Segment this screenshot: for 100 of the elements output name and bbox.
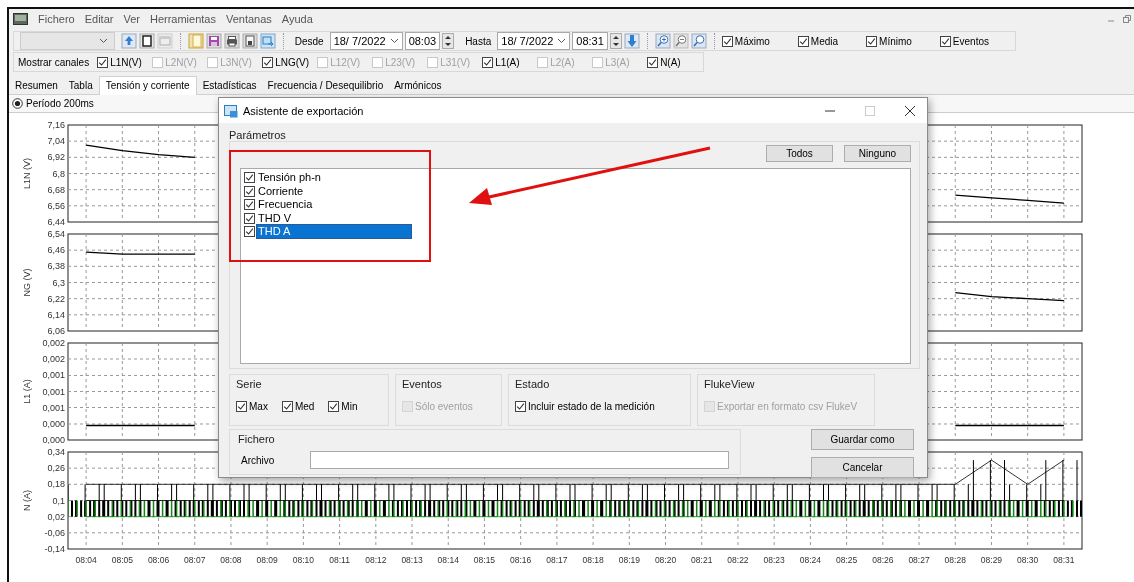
tick-label: 08:23 [763,555,785,565]
tab[interactable]: Estadísticas [197,77,262,94]
checkbox[interactable] [797,35,809,47]
list-item[interactable]: Frecuencia [257,198,411,212]
chevron-icon [98,38,108,44]
menu-item[interactable]: Ayuda [281,13,313,25]
chevron-icon [389,38,399,44]
menu-item[interactable]: Ventanas [226,13,272,25]
menu-item[interactable]: Editar [84,13,114,25]
date-field[interactable]: 18/ 7/2022 [497,32,571,50]
field-label: Hasta [465,35,492,47]
checkbox-label: Med [294,401,315,412]
tab[interactable]: Tabla [63,77,98,94]
time-field[interactable]: 08:31 [572,32,608,50]
field-label: Archivo [241,454,275,466]
tick-label: 08:13 [401,555,423,565]
spin-icon[interactable] [442,33,455,49]
checkbox[interactable] [866,35,878,47]
tick-label: 08:07 [184,555,206,565]
tick-label: 7,04 [47,136,65,147]
magnifier-icon[interactable] [690,33,707,49]
tab[interactable]: Frecuencia / Desequilibrio [262,77,389,94]
tab[interactable]: Resumen [10,77,63,94]
tick-label: 0,18 [47,479,65,490]
tick-label: 08:30 [1017,555,1039,565]
checkbox[interactable] [721,35,733,47]
document-icon[interactable] [241,33,258,49]
checkbox[interactable] [328,401,340,412]
save-as-button[interactable]: Guardar como [811,429,914,450]
page-icon[interactable] [138,33,155,49]
tick-label: 08:21 [691,555,713,565]
tick-label: 0,02 [47,511,65,522]
radio-button[interactable] [12,98,23,109]
checkbox[interactable] [244,185,255,197]
checkbox[interactable] [244,172,255,184]
tick-label: 08:29 [980,555,1003,565]
tick-label: 08:12 [365,555,387,565]
group-title: Eventos [402,378,443,390]
tab[interactable]: Tensión y corriente [98,76,197,95]
checkbox[interactable] [647,56,659,68]
tick-label: 0,000 [42,419,65,429]
tick-label: 08:24 [799,555,822,565]
menu-item[interactable]: Ver [123,13,140,25]
menu-item[interactable]: Fichero [38,13,75,25]
file-name-field[interactable] [310,451,730,469]
list-item[interactable]: THD V [257,211,411,225]
checkbox[interactable] [515,401,526,412]
tick-label: 6,56 [47,200,65,211]
checkbox-label: L3(A) [605,56,630,68]
tick-label: -0,14 [44,544,65,554]
list-item[interactable]: Tensión ph-n [257,171,411,185]
menu-item[interactable]: Herramientas [149,13,216,25]
checkbox[interactable] [939,35,951,47]
tick-label: 6,8 [52,168,65,179]
tick-label: 6,54 [47,229,65,239]
list-item[interactable]: Corriente [257,184,411,198]
time-field[interactable]: 08:03 [404,32,441,50]
zoom-out-icon[interactable] [672,33,689,49]
checkbox[interactable] [482,56,494,68]
tab[interactable]: Armónicos [389,77,447,94]
tick-label: 0,002 [42,354,65,364]
tick-label: 08:04 [75,555,97,565]
tick-label: 0,001 [42,402,65,413]
list-item[interactable]: THD A [257,225,411,239]
checkbox[interactable] [281,401,293,412]
checkbox-label: L23(V) [385,56,416,68]
tick-label: 7,16 [47,120,65,130]
spin-icon[interactable] [609,33,622,49]
upload-icon[interactable] [120,33,137,49]
date-field[interactable]: 18/ 7/2022 [329,32,403,50]
group-title: FlukeView [704,378,756,390]
checkbox[interactable] [244,212,255,224]
tick-label: 08:28 [944,555,966,565]
app-icon [13,13,28,25]
printer-icon[interactable] [223,33,240,49]
field-label: Desde [294,35,324,47]
checkbox[interactable] [97,56,109,68]
select-all-button[interactable]: Todos [766,145,833,162]
tick-label: 6,3 [52,277,65,288]
tick-label: 0,001 [42,386,65,397]
tick-label: 08:09 [256,555,278,565]
zoom-in-icon[interactable] [654,33,671,49]
tick-label: -0,06 [44,527,65,538]
select-none-button[interactable]: Ninguno [844,145,911,162]
cancel-button[interactable]: Cancelar [811,457,914,478]
checkbox-label: L12(V) [330,56,361,68]
close-icon[interactable] [905,105,915,116]
restore-icon[interactable] [1122,14,1132,24]
checkbox[interactable] [236,401,247,412]
checkbox[interactable] [262,56,274,68]
radio-label: Período 200ms [26,98,94,109]
tick-label: 08:25 [835,555,858,565]
checkbox-label: L3N(V) [220,56,252,68]
maximize-icon [865,105,875,116]
save-icon[interactable] [205,33,222,49]
window-icon [224,103,238,118]
checkbox-label: Media [810,35,839,47]
checkbox[interactable] [244,199,255,211]
tick-label: 08:17 [546,555,568,565]
checkbox[interactable] [244,226,255,238]
